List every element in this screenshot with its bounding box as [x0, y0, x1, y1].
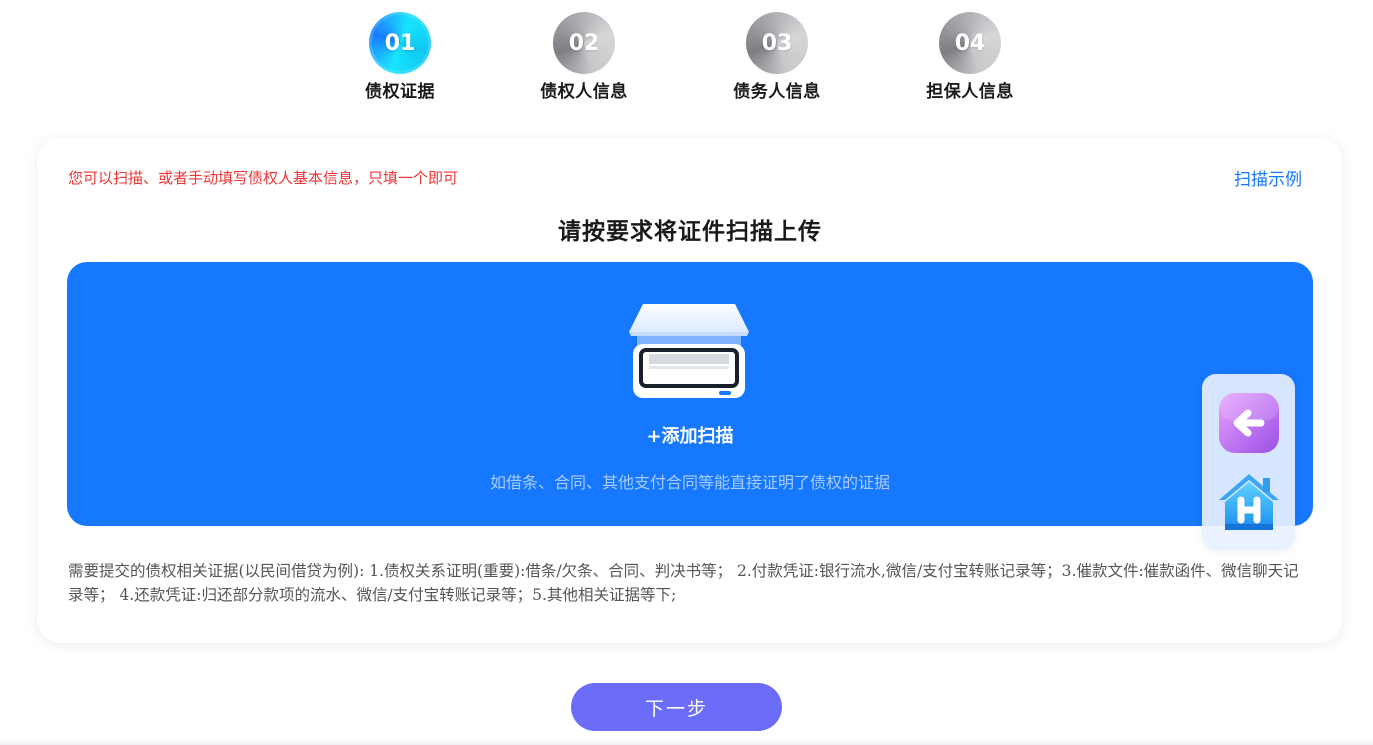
step-4[interactable]: 04 担保人信息	[910, 12, 1030, 102]
step-1[interactable]: 01 债权证据	[340, 12, 460, 102]
step-3[interactable]: 03 债务人信息	[717, 12, 837, 102]
evidence-requirements: 需要提交的债权相关证据(以民间借贷为例): 1.债权关系证明(重要):借条/欠条…	[68, 562, 1299, 604]
step-4-label: 担保人信息	[926, 82, 1014, 102]
step-2-badge: 02	[553, 12, 615, 74]
step-1-badge: 01	[369, 12, 431, 74]
evidence-card: 您可以扫描、或者手动填写债权人基本信息，只填一个即可 扫描示例 请按要求将证件扫…	[38, 138, 1342, 643]
floating-nav-panel	[1202, 374, 1295, 550]
step-3-badge: 03	[746, 12, 808, 74]
card-title: 请按要求将证件扫描上传	[558, 218, 822, 245]
scanner-icon	[629, 304, 749, 398]
step-3-label: 债务人信息	[733, 82, 821, 102]
home-icon[interactable]	[1217, 470, 1281, 534]
scan-upload-area[interactable]: +添加扫描 如借条、合同、其他支付合同等能直接证明了债权的证据	[67, 262, 1313, 526]
scan-sample-link[interactable]: 扫描示例	[1234, 165, 1302, 190]
add-scan-label: +添加扫描	[646, 426, 734, 447]
step-2-label: 债权人信息	[540, 82, 628, 102]
back-arrow-icon[interactable]	[1217, 391, 1281, 455]
step-2[interactable]: 02 债权人信息	[524, 12, 644, 102]
step-indicator: 01 债权证据 02 债权人信息 03 债务人信息 04 担保人信息	[0, 12, 1373, 107]
upload-description: 如借条、合同、其他支付合同等能直接证明了债权的证据	[489, 473, 890, 492]
hint-text: 您可以扫描、或者手动填写债权人基本信息，只填一个即可	[68, 169, 459, 187]
step-1-label: 债权证据	[365, 82, 435, 102]
bottom-shadow	[0, 738, 1373, 745]
step-4-badge: 04	[939, 12, 1001, 74]
next-step-button[interactable]: 下一步	[571, 683, 782, 731]
